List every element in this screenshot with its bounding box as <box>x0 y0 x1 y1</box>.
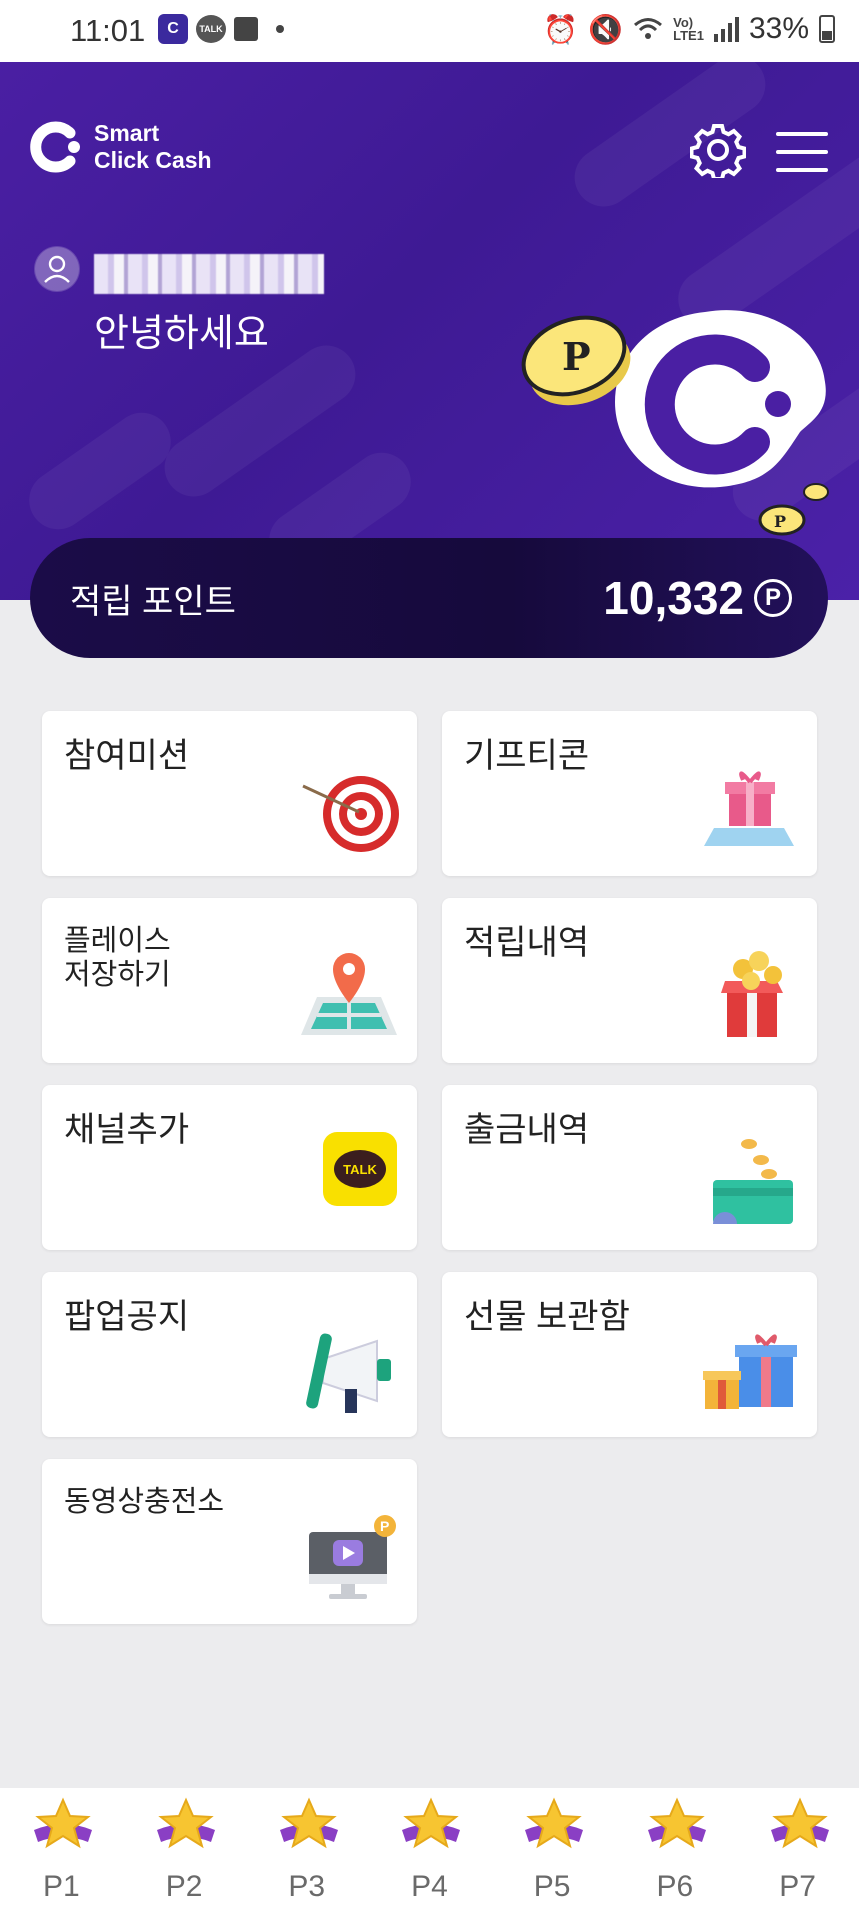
menu-card-gift-box[interactable]: 선물 보관함 <box>442 1272 817 1437</box>
username-redacted <box>94 254 324 294</box>
points-value-group: 10,332 P <box>603 571 792 625</box>
menu-card-label: 기프티콘 <box>464 737 590 775</box>
points-label: 적립 포인트 <box>70 582 236 621</box>
star-badge-icon <box>34 1797 93 1849</box>
star-badge-icon <box>402 1797 461 1849</box>
bottom-nav: P1 P2 P3 P4 P5 P6 P7 <box>0 1788 859 1908</box>
nav-label: P6 <box>656 1870 694 1903</box>
header-banner: Smart Click Cash 안녕하세요 P P <box>0 62 859 600</box>
menu-card-label-line1: 플레이스 <box>64 925 171 957</box>
alarm-icon: ⏰ <box>543 13 579 45</box>
menu-card-label: 플레이스 저장하기 <box>64 924 171 992</box>
presents-icon <box>703 1334 797 1409</box>
volte-icon: Vo) LTE1 <box>673 15 704 43</box>
menu-card-popup-notice[interactable]: 팝업공지 <box>42 1272 417 1437</box>
menu-card-withdraw-history[interactable]: 출금내역 <box>442 1085 817 1250</box>
svg-text:P: P <box>380 1518 389 1534</box>
kakaotalk-icon: TALK <box>196 15 226 43</box>
nav-item-p1[interactable]: P1 <box>6 1788 116 1908</box>
dot-icon <box>276 25 284 33</box>
menu-card-place-save[interactable]: 플레이스 저장하기 <box>42 898 417 1063</box>
wifi-icon <box>634 18 663 39</box>
status-time: 11:01 <box>70 13 146 48</box>
points-value: 10,332 <box>603 572 744 624</box>
talk-bubble: TALK <box>334 1150 386 1188</box>
menu-card-label: 채널추가 <box>64 1111 190 1149</box>
menu-card-add-channel[interactable]: 채널추가 TALK <box>42 1085 417 1250</box>
status-bar: 11:01 C TALK ⏰ 🔇 Vo) LTE1 33% <box>0 0 859 62</box>
nav-label: P5 <box>533 1870 571 1903</box>
point-unit-icon: P <box>754 579 792 617</box>
logo-icon <box>30 121 80 173</box>
menu-card-label: 출금내역 <box>464 1111 590 1149</box>
menu-card-label: 선물 보관함 <box>464 1298 630 1336</box>
gift-box-icon <box>704 771 794 846</box>
nav-label: P4 <box>411 1870 448 1903</box>
battery-percent: 33% <box>748 12 809 45</box>
star-badge-icon <box>770 1797 829 1849</box>
star-badge-icon <box>525 1797 584 1849</box>
mute-icon: 🔇 <box>588 13 624 45</box>
target-icon <box>302 776 399 852</box>
menu-card-label: 참여미션 <box>64 737 190 775</box>
wallet-icon <box>713 1139 793 1224</box>
calendar-icon <box>234 17 258 41</box>
battery-icon <box>819 15 835 43</box>
video-monitor-icon: P <box>309 1515 396 1599</box>
logo-text-line2: Click Cash <box>94 147 212 173</box>
kakao-talk-icon: TALK <box>323 1132 397 1206</box>
nav-label: P7 <box>779 1870 816 1903</box>
megaphone-icon <box>306 1333 391 1413</box>
nav-label: P2 <box>165 1870 203 1903</box>
points-balance-bar[interactable]: 적립 포인트 10,332 P <box>30 538 828 658</box>
logo-text-line1: Smart <box>94 120 160 146</box>
menu-card-gifticon[interactable]: 기프티콘 <box>442 711 817 876</box>
nav-item-p5[interactable]: P5 <box>497 1788 607 1908</box>
nav-label: P1 <box>42 1870 80 1903</box>
menu-hamburger-icon[interactable] <box>776 132 828 172</box>
coin-giftbox-icon <box>721 951 783 1037</box>
greeting-text: 안녕하세요 <box>94 313 269 355</box>
clickcash-app-icon: C <box>158 14 188 44</box>
menu-card-label: 적립내역 <box>464 924 590 962</box>
menu-card-earn-history[interactable]: 적립내역 <box>442 898 817 1063</box>
map-pin-icon <box>301 953 397 1035</box>
settings-gear-icon[interactable] <box>690 122 746 178</box>
menu-card-label: 팝업공지 <box>64 1298 190 1336</box>
svg-text:P: P <box>774 512 786 531</box>
star-badge-icon <box>279 1797 338 1849</box>
nav-label: P3 <box>288 1870 326 1903</box>
nav-item-p2[interactable]: P2 <box>129 1788 239 1908</box>
menu-card-label: 동영상충전소 <box>64 1486 225 1518</box>
star-badge-icon <box>157 1797 216 1849</box>
menu-card-label-line2: 저장하기 <box>64 959 171 991</box>
coins-logo-illustration-icon: P P <box>521 310 829 536</box>
user-avatar-icon <box>34 246 80 292</box>
app-logo: Smart Click Cash <box>30 120 212 174</box>
svg-text:P: P <box>562 334 591 379</box>
nav-item-p4[interactable]: P4 <box>374 1788 484 1908</box>
star-badge-icon <box>647 1797 706 1849</box>
menu-card-missions[interactable]: 참여미션 <box>42 711 417 876</box>
nav-item-p3[interactable]: P3 <box>252 1788 362 1908</box>
nav-item-p6[interactable]: P6 <box>620 1788 730 1908</box>
menu-card-video-charge[interactable]: 동영상충전소 P <box>42 1459 417 1624</box>
nav-item-p7[interactable]: P7 <box>743 1788 853 1908</box>
signal-icon <box>713 16 739 42</box>
